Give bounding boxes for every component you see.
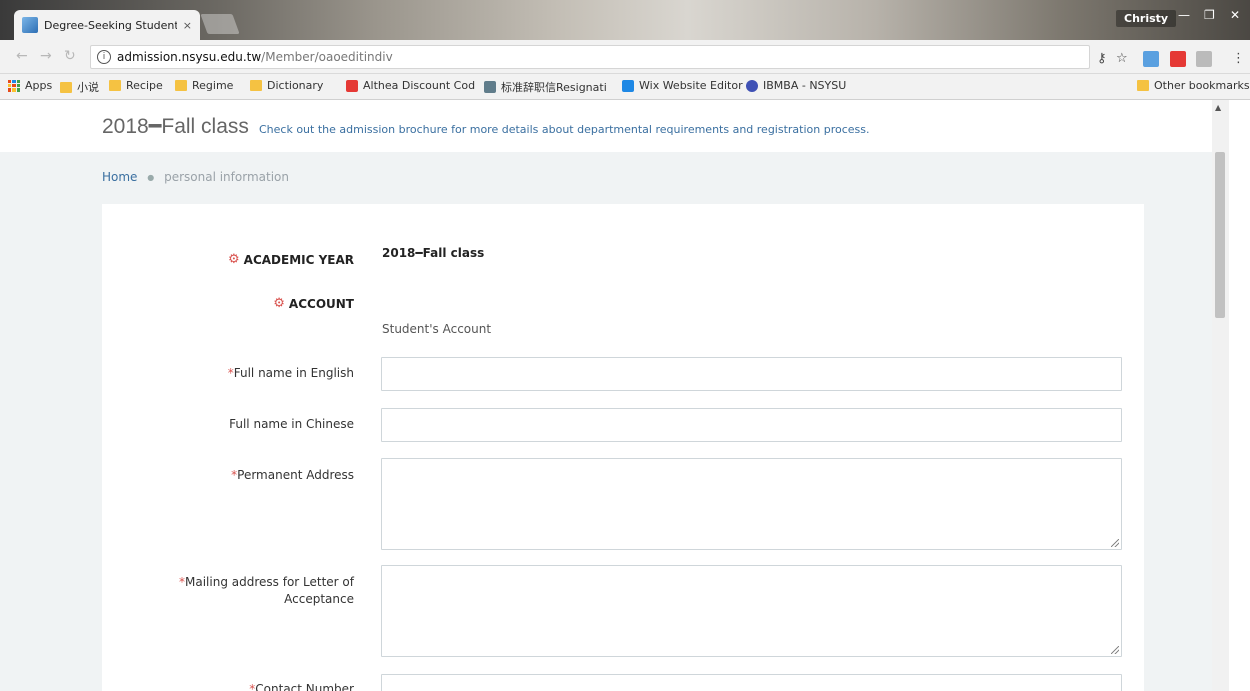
page-title: 2018━Fall class: [102, 115, 249, 138]
academic-year-value: 2018━Fall class: [382, 246, 485, 260]
menu-icon[interactable]: ⋮: [1232, 51, 1245, 66]
close-window-icon[interactable]: ✕: [1230, 8, 1240, 22]
account-label: ⚙ ACCOUNT: [273, 296, 354, 311]
apps-icon: [8, 79, 20, 92]
contact-number-label: *Contact Number: [249, 682, 354, 691]
profile-button[interactable]: Christy: [1116, 10, 1177, 27]
academic-year-label: ⚙ ACADEMIC YEAR: [228, 252, 354, 267]
gear-icon: ⚙: [228, 252, 240, 267]
full-name-en-label: *Full name in English: [227, 366, 354, 380]
resize-handle-icon[interactable]: [1111, 646, 1119, 654]
mailing-address-label: *Mailing address for Letter of Acceptanc…: [179, 575, 354, 606]
breadcrumb-separator: ●: [147, 173, 155, 182]
extension-icon[interactable]: [1143, 51, 1159, 67]
althea-icon: [346, 79, 358, 92]
bookmark-althea[interactable]: Althea Discount Cod: [346, 79, 475, 92]
breadcrumb-current: personal information: [164, 170, 289, 184]
account-value: Student's Account: [382, 322, 492, 336]
bookmark-recipe[interactable]: Recipe: [109, 79, 163, 92]
contact-number-input[interactable]: [381, 674, 1122, 691]
reload-icon[interactable]: ↻: [64, 48, 76, 64]
bookmark-dictionary[interactable]: Dictionary: [250, 79, 323, 92]
globe-icon: [746, 79, 758, 92]
tab-title: Degree-Seeking Student: [44, 18, 177, 32]
full-name-en-input[interactable]: [381, 357, 1122, 391]
full-name-zh-input[interactable]: [381, 408, 1122, 442]
key-icon[interactable]: ⚷: [1097, 51, 1107, 66]
title-bar: Degree-Seeking Student × Christy — ❐ ✕: [0, 0, 1250, 40]
bookmark-apps[interactable]: Apps: [8, 79, 52, 92]
page-content: 2018━Fall class Check out the admission …: [0, 100, 1250, 691]
resize-handle-icon[interactable]: [1111, 539, 1119, 547]
bookmark-ibmba[interactable]: IBMBA - NSYSU: [746, 79, 846, 92]
browser-toolbar: ← → ↻ i admission.nsysu.edu.tw/Member/oa…: [0, 40, 1250, 74]
permanent-address-textarea[interactable]: [381, 458, 1122, 550]
tab-close-icon[interactable]: ×: [183, 19, 192, 32]
full-name-zh-label: Full name in Chinese: [229, 417, 354, 431]
page-heading: 2018━Fall class Check out the admission …: [102, 114, 870, 139]
pdf-extension-icon[interactable]: [1196, 51, 1212, 67]
bookmark-regime[interactable]: Regime: [175, 79, 233, 92]
forward-icon[interactable]: →: [40, 48, 52, 64]
restore-icon[interactable]: ❐: [1204, 8, 1215, 22]
breadcrumb-home[interactable]: Home: [102, 170, 137, 184]
folder-icon: [175, 80, 187, 91]
bookmarks-bar: Apps 小说 Recipe Regime Dictionary Althea …: [0, 74, 1250, 100]
scroll-up-icon[interactable]: ▲: [1215, 103, 1221, 112]
back-icon[interactable]: ←: [16, 48, 28, 64]
bookmark-novel[interactable]: 小说: [60, 79, 99, 95]
browser-tab[interactable]: Degree-Seeking Student ×: [14, 10, 200, 40]
address-bar[interactable]: i admission.nsysu.edu.tw/Member/oaoediti…: [90, 45, 1090, 69]
site-favicon-icon: [22, 17, 38, 33]
bookmark-star-icon[interactable]: ☆: [1116, 51, 1128, 66]
folder-icon: [109, 80, 121, 91]
doc-icon: [484, 81, 496, 93]
minimize-icon[interactable]: —: [1178, 8, 1190, 22]
gear-icon: ⚙: [273, 296, 285, 311]
breadcrumb: Home ● personal information: [102, 170, 289, 184]
permanent-address-label: *Permanent Address: [231, 468, 354, 482]
scrollbar-thumb[interactable]: [1215, 152, 1225, 318]
url-host: admission.nsysu.edu.tw: [117, 50, 262, 64]
url-path: /Member/oaoeditindiv: [261, 50, 393, 64]
bookmark-wix[interactable]: Wix Website Editor: [622, 79, 743, 92]
s-extension-icon[interactable]: [1170, 51, 1186, 67]
info-icon[interactable]: i: [97, 50, 111, 64]
bookmark-other[interactable]: Other bookmarks: [1137, 79, 1250, 92]
folder-icon: [60, 81, 72, 93]
folder-icon: [250, 80, 262, 91]
heading-note-link[interactable]: Check out the admission brochure for mor…: [259, 123, 870, 136]
bookmark-resignation[interactable]: 标准辞职信Resignati: [484, 79, 607, 95]
folder-icon: [1137, 80, 1149, 91]
mailing-address-textarea[interactable]: [381, 565, 1122, 657]
wix-icon: [622, 79, 634, 92]
form-card: ⚙ ACADEMIC YEAR 2018━Fall class ⚙ ACCOUN…: [102, 204, 1144, 691]
new-tab-button[interactable]: [200, 14, 240, 34]
